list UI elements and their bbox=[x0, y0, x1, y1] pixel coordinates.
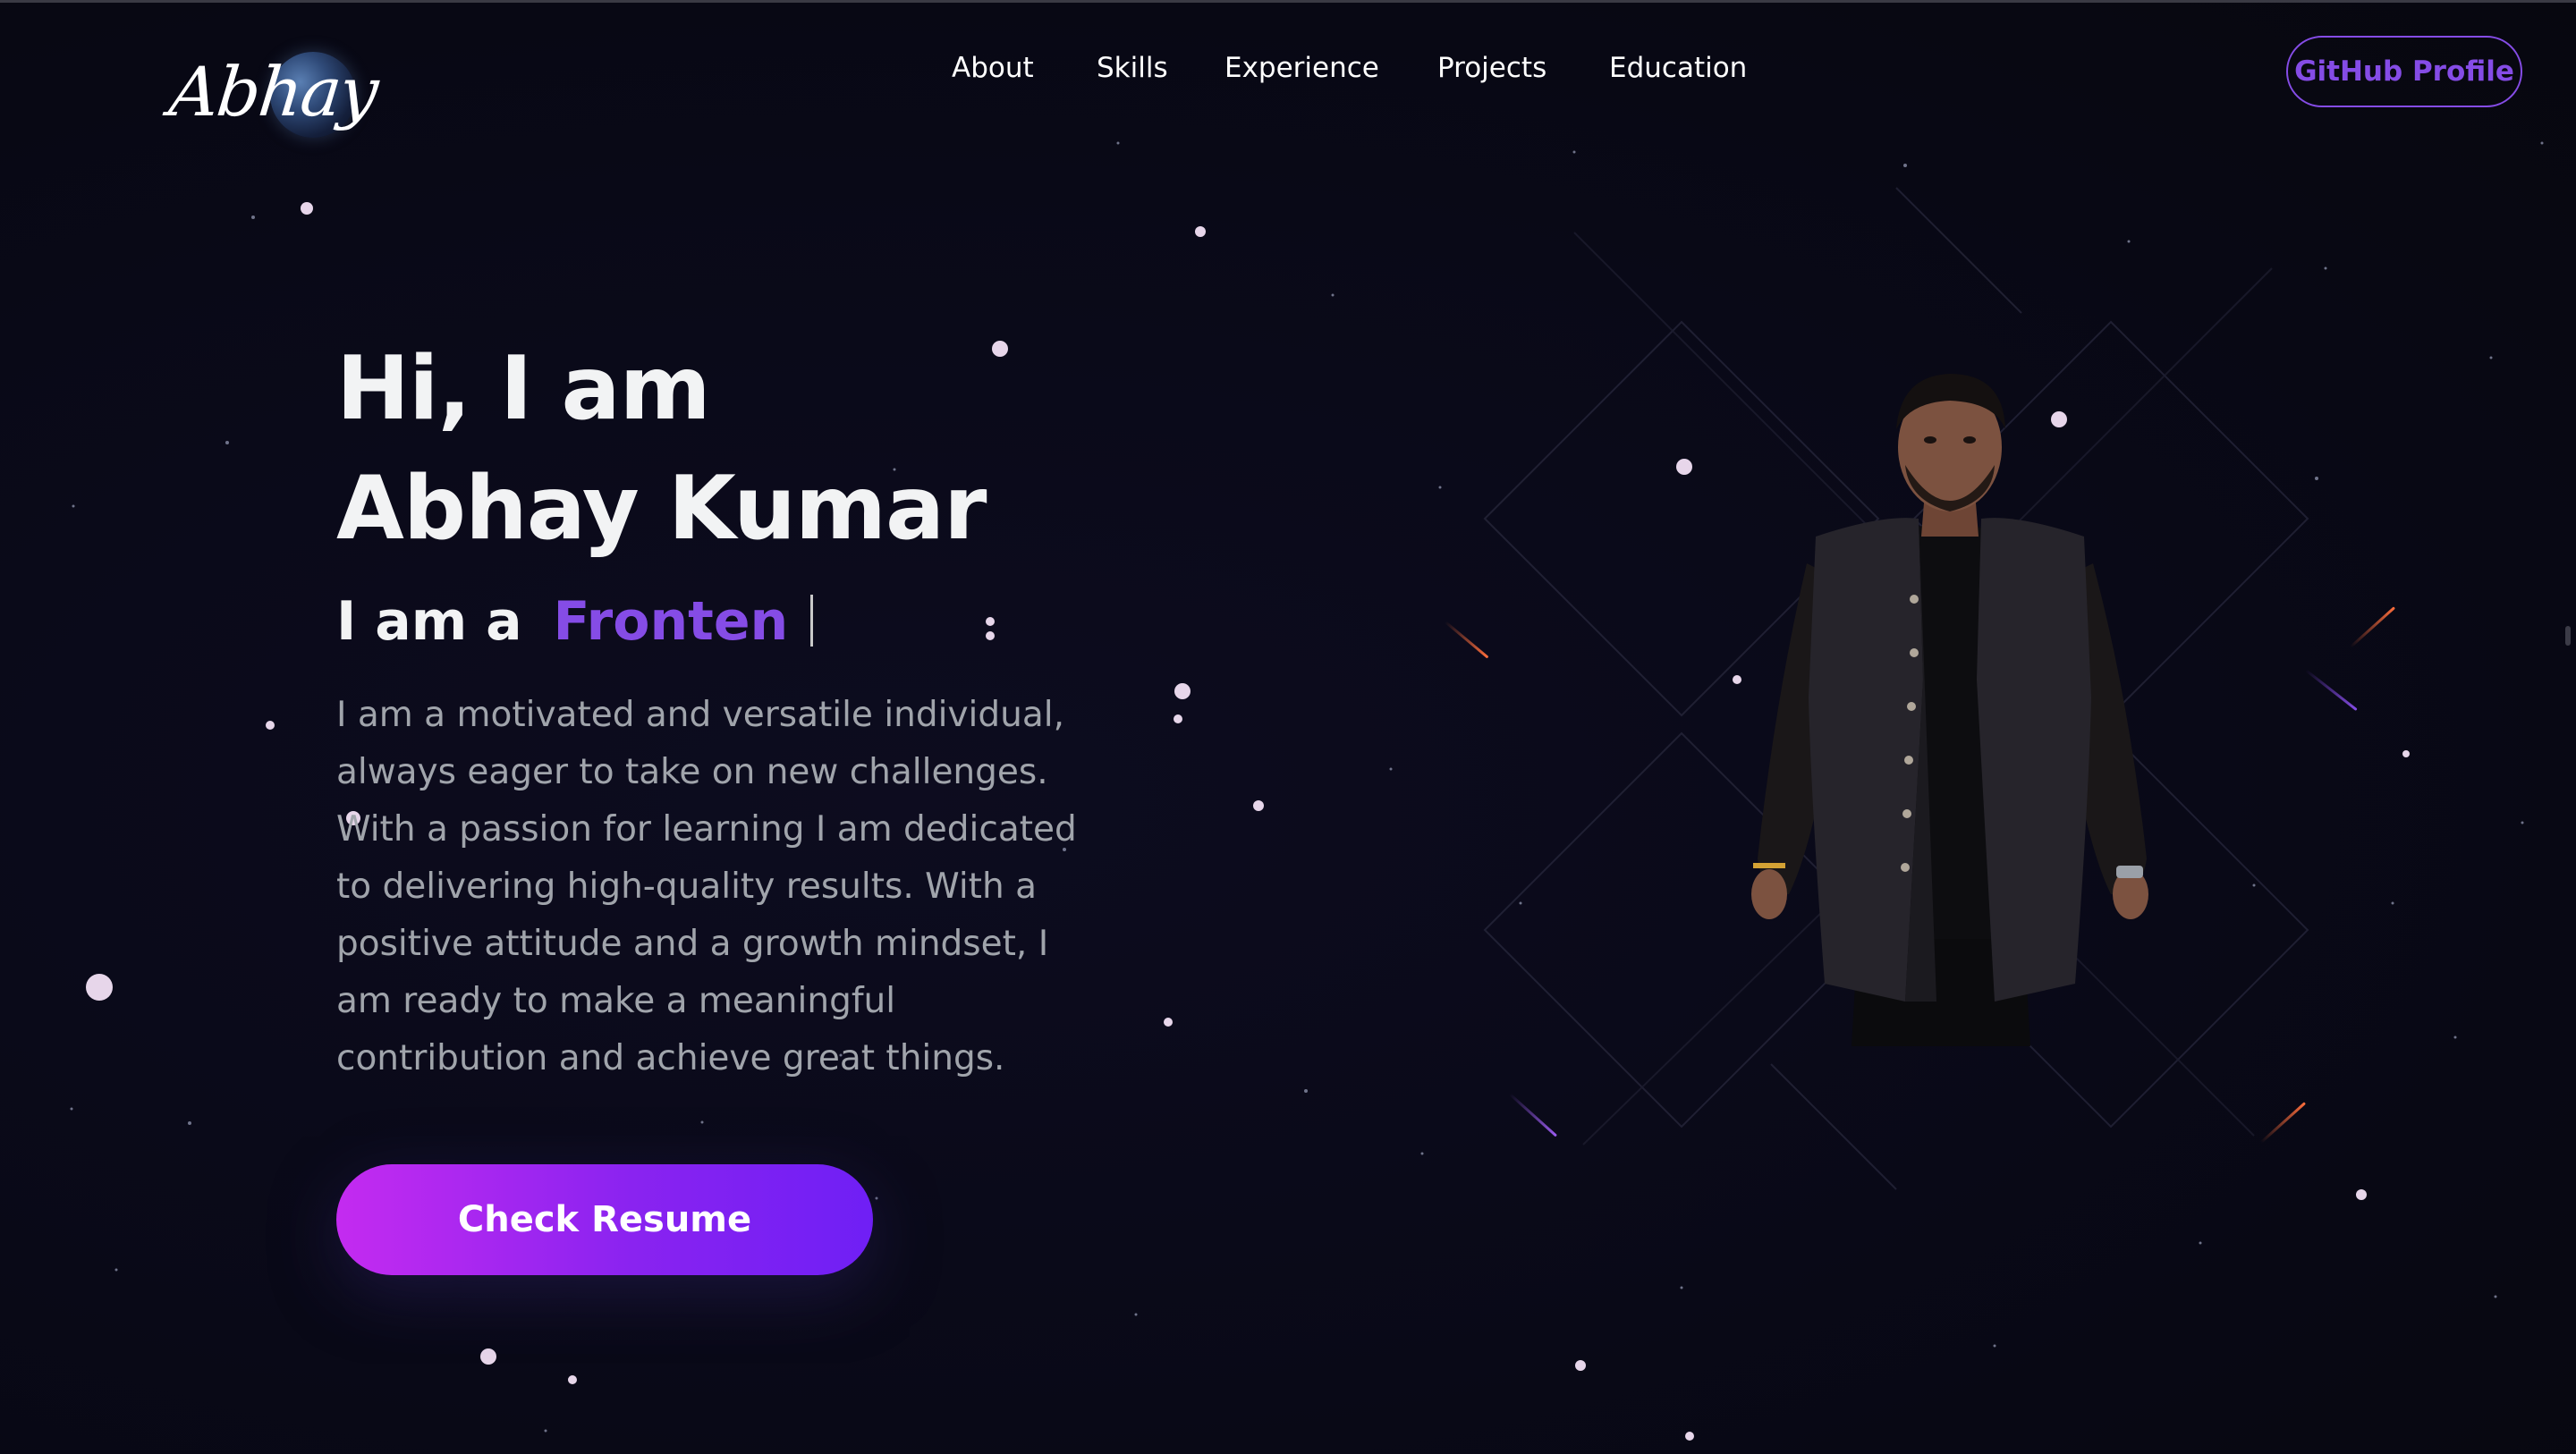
logo-text: Abhay bbox=[165, 52, 381, 131]
person-portrait bbox=[1751, 374, 2148, 1046]
github-profile-button[interactable]: GitHub Profile bbox=[2286, 36, 2522, 107]
hero-description: I am a motivated and versatile individua… bbox=[336, 695, 1077, 1078]
typing-cursor bbox=[810, 595, 814, 647]
nav-link-experience[interactable]: Experience bbox=[1224, 52, 1379, 84]
hero-title: Hi, I am Abhay Kumar bbox=[336, 329, 987, 569]
role-typed-text: Fronten bbox=[553, 590, 789, 653]
hero-name: Abhay Kumar bbox=[336, 458, 987, 560]
logo[interactable]: Abhay bbox=[165, 46, 385, 154]
role-line: I am a Fronten bbox=[336, 590, 814, 653]
scrollbar-thumb[interactable] bbox=[2565, 626, 2571, 646]
hero-greeting: Hi, I am bbox=[336, 338, 711, 440]
navbar: Abhay About Skills Experience Projects E… bbox=[0, 0, 2576, 148]
nav-link-about[interactable]: About bbox=[952, 52, 1034, 84]
portfolio-page: Abhay About Skills Experience Projects E… bbox=[0, 0, 2576, 1454]
nav-link-education[interactable]: Education bbox=[1609, 52, 1747, 84]
check-resume-button[interactable]: Check Resume bbox=[336, 1164, 873, 1275]
nav-link-skills[interactable]: Skills bbox=[1097, 52, 1168, 84]
role-prefix: I am a bbox=[336, 590, 522, 653]
nav-link-projects[interactable]: Projects bbox=[1437, 52, 1546, 84]
